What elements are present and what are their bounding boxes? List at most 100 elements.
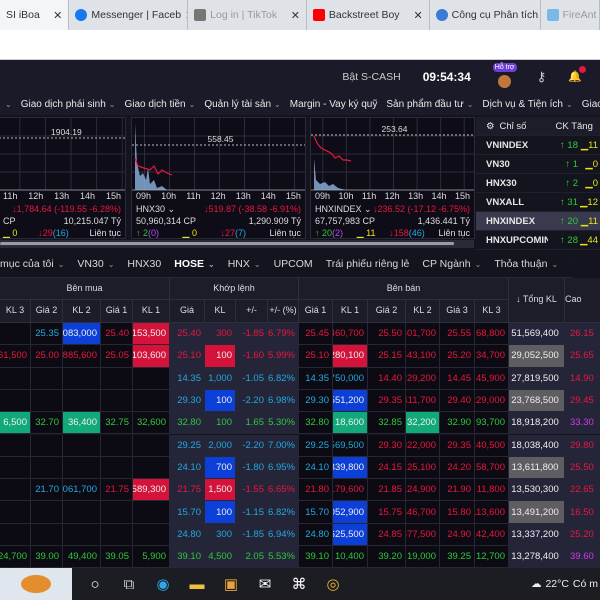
browser-tab[interactable]: Messenger | Faceb✕ [69,0,189,30]
index-chart[interactable]: 1904.19 11h 12h 13h 14h 15h ↓1,784.64 (-119.55… [0,117,126,239]
table-cell: 68,800 [475,323,509,346]
index-row[interactable]: HNXUPCOMINDEX ↑ 28▁44 [476,231,600,250]
table-row[interactable]: 6,500 32.70 36,400 32.75 32,600 32.80 100 1.65 5… [0,412,600,435]
menu-item[interactable]: Quản lý tài sản ⌄ [204,99,280,110]
market-tab[interactable]: UPCOM [274,258,313,270]
browser-tab-title: Log in | TikTok [210,9,278,21]
table-cell: 6,500 [0,412,31,435]
market-tab[interactable]: Phái sinh⌄ [571,258,572,270]
table-row[interactable]: 14.351,000-1.05-6.82%14.35750,00014.4022… [0,367,600,390]
table-cell: 58,700 [475,456,509,480]
browser-tab[interactable]: Log in | TikTok ✕ [188,0,307,30]
table-cell: 32.70 [31,412,63,435]
table-cell: 51,569,400 [509,323,565,346]
menu-item[interactable]: Giao dịch phái sinh ⌄ [21,99,116,110]
table-cell: 25.05 [101,345,133,368]
table-row[interactable]: 21.70061,70021.75589,30021.751,500-1.55-… [0,479,600,502]
table-cell: 32,200 [406,412,440,435]
time-tick: 14h [431,191,447,201]
table-row[interactable]: 29.252,000-2.20-7.00%29.25569,50029.3032… [0,434,600,457]
index-chart[interactable]: 558.45 09h 10h 11h 12h 13h 14h 15h HNX30 ⌄ ↓519.8… [131,117,306,239]
index-row[interactable]: VNXALL ↑ 31 ▁12 [476,193,600,212]
index-row[interactable]: VNINDEX ↑ 18 ▁11 [476,136,600,155]
file-explorer-icon[interactable]: ▬ [184,571,210,597]
menu-item[interactable]: Sản phẩm đầu tư ⌄ [386,99,473,110]
bell-icon[interactable]: 🔔 [568,66,586,83]
browser-tab[interactable]: SI iBoa ✕ [0,0,70,30]
table-cell: 14.35 [299,367,333,390]
table-row[interactable]: 24,700 39.00 49,400 39.05 5,900 39.10 4,500 2.0… [0,546,600,569]
table-cell [31,434,63,457]
scash-toggle[interactable]: Bật S-CASH [342,71,400,83]
close-icon[interactable]: ✕ [291,9,300,22]
table-row[interactable]: 25.35083,00025.40153,50025.40300-1.85-6.… [0,323,600,346]
table-cell: 113,600 [475,501,509,524]
table-cell: 24.85 [368,523,406,546]
search-icon[interactable]: ○ [82,571,108,597]
unchanged: ▁12 [580,196,598,208]
table-cell: 21.75 [101,479,133,502]
edge-icon[interactable]: ◉ [150,571,176,597]
table-row[interactable]: 24.80300-1.85-6.94%24.80625,50024.85377,… [0,523,600,546]
index-selector[interactable]: HNXINDEX ⌄ [315,204,372,215]
table-cell [133,523,170,546]
market-tab[interactable]: Danh mục của tôi⌄ [0,258,64,270]
market-tab[interactable]: VN30 ⌄ [77,258,114,270]
chrome-icon[interactable]: ◎ [320,571,346,597]
table-row[interactable]: 29.30100-2.20-6.98%29.30551,20029.35411,… [0,389,600,413]
close-icon[interactable]: ✕ [53,9,62,22]
market-tab[interactable]: Trái phiếu riêng lẻ [326,258,410,270]
index-value: ↓519.87 (-38.58 -6.91%) [203,204,301,214]
temperature[interactable]: 22°C [545,578,568,590]
table-cell: 103,600 [133,345,170,368]
capcut-icon[interactable]: ⌘ [286,571,312,597]
menu-item[interactable]: Giao dịch [582,99,600,110]
time-axis: 09h 10h 11h 12h 13h 14h 15h [136,191,301,201]
menu-item[interactable]: Dịch vụ & Tiện ích ⌄ [482,99,572,110]
browser-tab[interactable]: FireAnt [541,0,600,30]
menu-item[interactable]: Giao dịch tiền ⌄ [124,99,195,110]
table-cell: 33.30 [565,412,600,435]
market-tab[interactable]: HNX30 [127,258,161,270]
index-selector[interactable]: HNX30 ⌄ [136,204,175,215]
chevron-down-icon: ⌄ [188,99,196,109]
index-row[interactable]: VN30 ↑ 1 ▁0 [476,155,600,174]
table-cell: -6.94% [268,523,299,546]
col-total-volume[interactable]: ↓ Tổng KL [509,278,565,323]
table-row[interactable]: 15.70100-1.15-6.82%15.70052,90015.75346,… [0,501,600,524]
market-tab[interactable]: HOSE ⌄ [174,258,214,270]
weather-text[interactable]: Có m [573,578,598,590]
store-icon[interactable]: ▣ [218,571,244,597]
browser-tab[interactable]: Công cụ Phân tích✕ [430,0,541,30]
support-button[interactable]: Hỗ trợ [492,62,517,91]
key-icon[interactable]: ⚷ [537,69,547,85]
fireant-icon [546,9,559,21]
table-cell: 26.15 [565,323,600,346]
table-cell: 25.20 [565,523,600,546]
menu-item[interactable]: Margin - Vay ký quỹ [290,99,378,110]
advancers: ↑ 2 [565,177,578,189]
market-tab[interactable]: HNX ⌄ [228,258,261,270]
table-cell: 22.65 [565,479,600,502]
table-cell: 700 [205,456,236,480]
table-row[interactable]: 161,50025.00885,60025.05103,60025.10100-… [0,345,600,368]
market-tab[interactable]: CP Ngành ⌄ [422,258,481,270]
table-cell: 1,500 [205,479,236,502]
index-chart[interactable]: 253.64 09h 10h 11h 12h 13h 14h 15h HNXINDEX ⌄ ↓23… [310,117,475,239]
chart-scrollbar[interactable] [0,240,474,248]
index-row[interactable]: HNXINDEX ↑ 20 ▁11 [476,212,600,231]
reference-value: 558.45 [207,134,234,144]
mail-icon[interactable]: ✉ [252,571,278,597]
index-row[interactable]: HNX30 ↑ 2 ▁0 [476,174,600,193]
browser-tab[interactable]: Backstreet Boy ✕ [307,0,430,30]
table-row[interactable]: 24.10700-1.80-6.95%24.10339,80024.15125,… [0,456,600,480]
task-view-icon[interactable]: ⧉ [116,571,142,597]
weather-icon[interactable]: ☁ [531,578,542,590]
table-cell: -2.20 [236,434,268,457]
market-tab[interactable]: Thỏa thuận ⌄ [494,258,558,270]
gear-icon[interactable]: ⚙ [486,121,495,132]
menu-item-label: Giao dịch phái sinh [20,98,106,110]
address-bar[interactable] [0,30,600,60]
table-cell [133,501,170,524]
close-icon[interactable]: ✕ [413,9,422,22]
